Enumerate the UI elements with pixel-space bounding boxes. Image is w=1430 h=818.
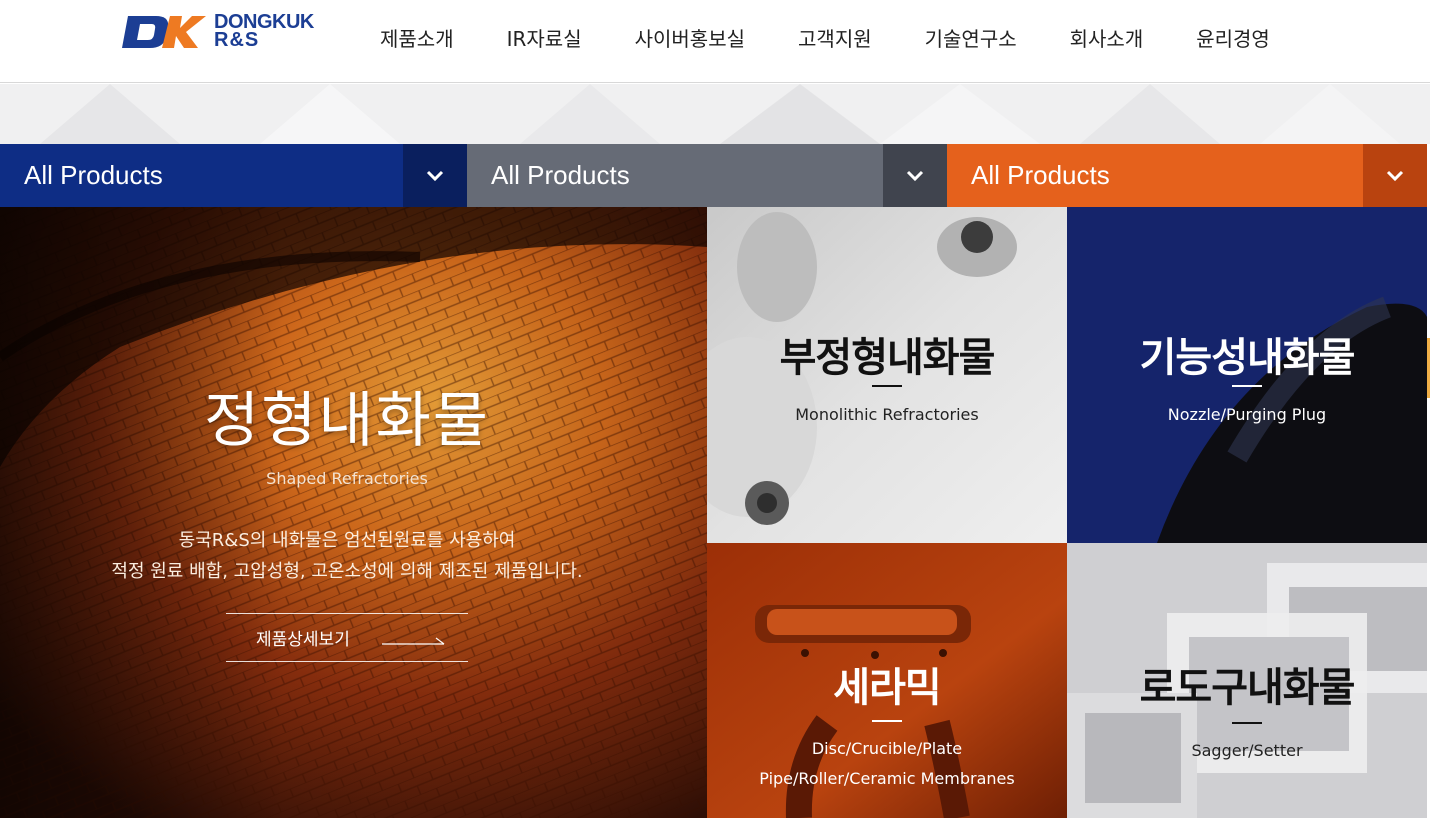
product-detail-link[interactable]: 제품상세보기 [226, 615, 468, 659]
tile-dash [872, 385, 902, 387]
chevron-down-icon[interactable] [403, 144, 467, 207]
chevron-down-icon[interactable] [1363, 144, 1427, 207]
tile-ceramic-subtitle-line2: Pipe/Roller/Ceramic Membranes [759, 769, 1015, 788]
tile-ceramic[interactable]: 세라믹 Disc/Crucible/Plate Pipe/Roller/Cera… [707, 543, 1067, 818]
featured-subtitle: Shaped Refractories [266, 469, 428, 488]
nav-item-rnd[interactable]: 기술연구소 [925, 22, 1017, 56]
product-select-1-value: All Products [24, 160, 163, 190]
nav-item-products[interactable]: 제품소개 [380, 22, 454, 56]
logo-wordmark: DONGKUK R&S [214, 12, 314, 51]
tile-kiln-title: 로도구내화물 [1139, 665, 1356, 711]
tile-functional-title: 기능성내화물 [1139, 335, 1356, 381]
tile-dash [1232, 385, 1262, 387]
hero-background-band [0, 84, 1430, 144]
nav-item-support[interactable]: 고객지원 [798, 22, 872, 56]
tile-monolithic-title: 부정형내화물 [779, 335, 996, 381]
tile-functional-subtitle: Nozzle/Purging Plug [1167, 405, 1327, 424]
arrow-right-icon [382, 637, 445, 645]
divider-line [226, 613, 468, 614]
logo-line2: R&S [214, 29, 260, 51]
product-filter-bar: All Products All Products All Products [0, 144, 1430, 207]
featured-title: 정형내화물 [204, 386, 490, 456]
tile-ceramic-title: 세라믹 [833, 665, 941, 711]
tile-functional-refractories[interactable]: 기능성내화물 Nozzle/Purging Plug [1067, 207, 1427, 543]
featured-tile-shaped-refractories[interactable]: 정형내화물 Shaped Refractories 동국R&S의 내화물은 엄선… [0, 207, 707, 818]
product-select-1[interactable]: All Products [0, 144, 467, 207]
featured-description-line2: 적정 원료 배합, 고압성형, 고온소성에 의해 제조된 제품입니다. [111, 561, 583, 582]
tile-kiln-subtitle: Sagger/Setter [1191, 741, 1303, 760]
nav-item-company[interactable]: 회사소개 [1070, 22, 1144, 56]
tile-ceramic-subtitle-line1: Disc/Crucible/Plate [811, 739, 963, 758]
tile-monolithic-refractories[interactable]: 부정형내화물 Monolithic Refractories [707, 207, 1067, 543]
refractory-kiln-image [0, 207, 707, 818]
nav-item-ir[interactable]: IR자료실 [507, 22, 582, 56]
tile-monolithic-subtitle: Monolithic Refractories [795, 405, 979, 424]
nav-item-cyber-pr[interactable]: 사이버홍보실 [635, 22, 745, 56]
site-header: DONGKUK R&S 제품소개 IR자료실 사이버홍보실 고객지원 기술연구소… [0, 0, 1430, 83]
company-logo[interactable]: DONGKUK R&S [120, 12, 325, 52]
product-detail-label: 제품상세보기 [256, 630, 350, 650]
divider-line [226, 661, 468, 662]
product-select-3-value: All Products [971, 160, 1110, 190]
tile-kiln-furniture[interactable]: 로도구내화물 Sagger/Setter [1067, 543, 1427, 818]
product-select-3[interactable]: All Products [947, 144, 1427, 207]
chevron-down-icon[interactable] [883, 144, 947, 207]
featured-description-line1: 동국R&S의 내화물은 엄선된원료를 사용하여 [178, 530, 516, 551]
triangle-pattern [40, 84, 1400, 144]
nav-item-ethics[interactable]: 윤리경영 [1196, 22, 1270, 56]
main-nav: 제품소개 IR자료실 사이버홍보실 고객지원 기술연구소 회사소개 윤리경영 [352, 22, 1270, 56]
product-select-2-value: All Products [491, 160, 630, 190]
tile-dash [872, 720, 902, 722]
product-select-2[interactable]: All Products [467, 144, 947, 207]
featured-description: 동국R&S의 내화물은 엄선된원료를 사용하여 적정 원료 배합, 고압성형, … [0, 525, 694, 587]
dk-logo-mark [122, 16, 206, 48]
tile-dash [1232, 722, 1262, 724]
